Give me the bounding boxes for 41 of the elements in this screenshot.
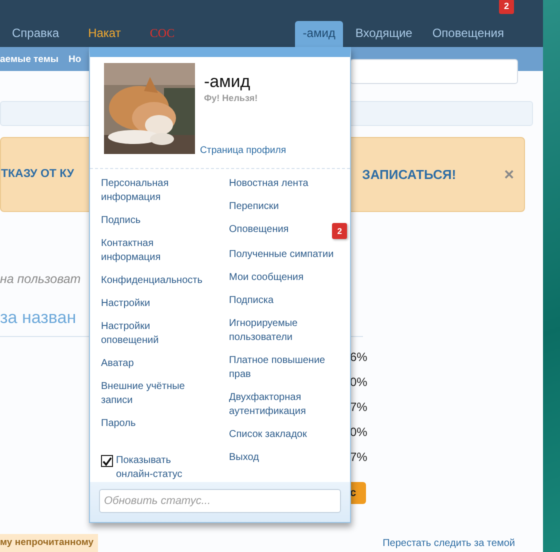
menu-link[interactable]: Платное повышение прав xyxy=(229,354,347,382)
notice-text: ЗАПИСАТЬСЯ! xyxy=(362,166,456,184)
menu-link[interactable]: Мои сообщения xyxy=(229,271,347,286)
unwatch-link[interactable]: Перестать следить за темой xyxy=(382,536,515,550)
menu-link[interactable]: Конфиденциальность xyxy=(101,274,229,288)
percent-text: 7% xyxy=(350,449,368,466)
italic-text: на пользоват xyxy=(0,270,81,288)
percent-text: 7% xyxy=(350,399,368,416)
menu-link[interactable]: Выход xyxy=(229,451,347,466)
menu-link[interactable]: Персональная информация xyxy=(101,177,229,206)
username: -амид xyxy=(204,72,252,92)
search-field[interactable] xyxy=(350,58,518,84)
unread-link[interactable]: му непрочитанному xyxy=(0,534,98,552)
menu-link[interactable]: Игнорируемые пользователи xyxy=(229,317,347,346)
percent-text: 6% xyxy=(350,349,368,366)
menu-link[interactable]: Оповещения 2 xyxy=(229,223,347,240)
menu-link[interactable]: Переписки xyxy=(229,200,347,214)
nav-link[interactable]: Накат xyxy=(88,24,121,47)
nav-link[interactable]: Справка xyxy=(12,24,60,47)
poll-title: за назван xyxy=(0,306,76,329)
profile-link[interactable]: Страница профиля xyxy=(200,144,286,158)
count-badge: 2 xyxy=(498,0,514,14)
nav-tab[interactable]: Входящие xyxy=(347,20,420,47)
menu-link[interactable]: Контактная информация xyxy=(101,237,229,266)
count-badge: 2 xyxy=(332,223,347,240)
menu-link[interactable]: Подпись xyxy=(101,214,229,228)
checkbox[interactable] xyxy=(101,455,113,468)
status-field[interactable]: Обновить статус... xyxy=(99,489,341,514)
menu-link[interactable]: Новостная лента xyxy=(229,177,347,192)
menu-link[interactable]: Список закладок xyxy=(229,428,347,442)
menu-link[interactable]: Настройки оповещений xyxy=(101,320,229,348)
menu-link[interactable]: Пароль xyxy=(101,417,229,432)
menu-link[interactable]: Двухфакторная аутентификация xyxy=(229,391,347,420)
menu-link[interactable]: Подписка xyxy=(229,294,347,308)
status-text: Фу! Нельзя! xyxy=(204,92,259,106)
checkbox-label[interactable]: Показывать онлайн-статус xyxy=(116,454,229,482)
notice-text: ТКАЗУ ОТ КУ xyxy=(1,166,74,182)
nav-tab[interactable]: -амид xyxy=(294,20,344,47)
menu-link[interactable]: Настройки xyxy=(101,297,229,312)
menu-link[interactable]: Аватар xyxy=(101,357,229,372)
menu-link[interactable]: Полученные симпатии xyxy=(229,248,347,262)
